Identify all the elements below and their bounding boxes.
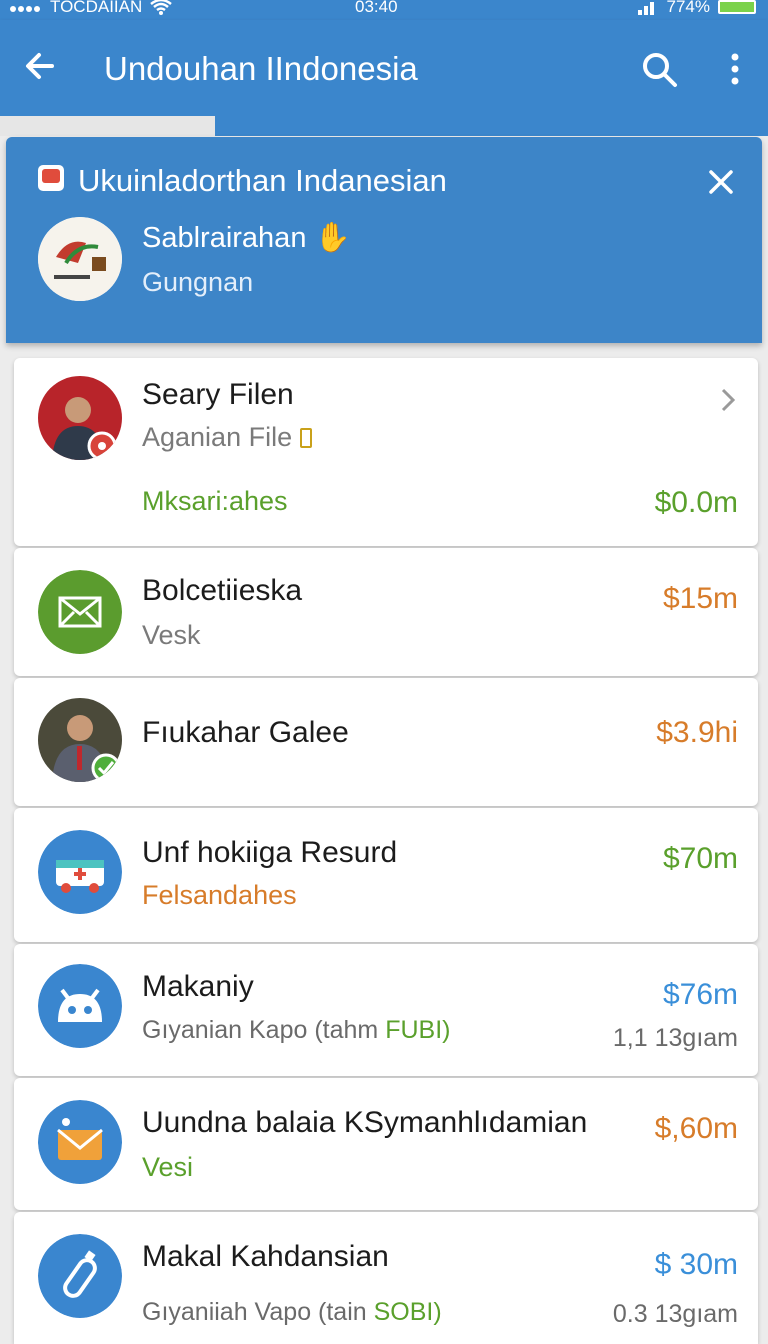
hand-icon: ✋ bbox=[314, 222, 351, 254]
more-vert-icon[interactable] bbox=[720, 50, 750, 88]
item-tag: Mksari:ahes bbox=[142, 486, 288, 516]
app-bar: Undouhan IIndonesia bbox=[0, 20, 768, 116]
cellular-icon bbox=[637, 2, 654, 15]
download-progress-bar bbox=[0, 116, 768, 136]
item-amount: $3.9hi bbox=[656, 716, 738, 749]
notification-banner[interactable]: Ukuinladorthan Indanesian Sablrairahan ✋… bbox=[6, 137, 762, 343]
mail-icon bbox=[38, 570, 122, 654]
list-item[interactable]: Uundna balaia KSymanhlıdamian Vesi $,60m bbox=[14, 1078, 758, 1210]
wifi-icon bbox=[150, 0, 173, 15]
item-subtitle: Aganian File bbox=[142, 422, 312, 453]
banner-title: Ukuinladorthan Indanesian bbox=[78, 163, 447, 198]
item-title: Makaniy bbox=[142, 970, 254, 1003]
list-item[interactable]: Unf hokiiga Resurd Felsandahes $70m bbox=[14, 808, 758, 942]
item-amount: $70m bbox=[662, 842, 738, 875]
item-avatar bbox=[38, 698, 122, 782]
list-item[interactable]: Fıukahar Galee $3.9hi bbox=[14, 678, 758, 806]
signal-dots-icon bbox=[10, 0, 42, 17]
item-amount: $,60m bbox=[654, 1112, 738, 1145]
search-icon[interactable] bbox=[640, 50, 678, 88]
item-avatar bbox=[38, 376, 122, 460]
banner-subtitle: Gungnan bbox=[142, 267, 254, 297]
app-badge-icon bbox=[38, 165, 64, 191]
battery-icon bbox=[718, 0, 756, 14]
item-title: Uundna balaia KSymanhlıdamian bbox=[142, 1106, 588, 1139]
list-item[interactable]: Makal Kahdansian Gıyaniiah Vapo (tain SO… bbox=[14, 1212, 758, 1344]
item-title: Fıukahar Galee bbox=[142, 716, 349, 749]
item-subtitle: Gıyanian Kapo (tahm FUBI) bbox=[142, 1016, 451, 1044]
item-subtitle: Felsandahes bbox=[142, 880, 297, 910]
battery-percent: 774% bbox=[666, 0, 710, 16]
bottle-icon bbox=[38, 1234, 122, 1318]
item-title: Makal Kahdansian bbox=[142, 1240, 389, 1273]
carrier-label: TOCDAIIAN bbox=[50, 0, 143, 16]
item-amount: $15m bbox=[662, 582, 738, 615]
status-bar: TOCDAIIAN 03:40 774% bbox=[0, 0, 768, 20]
envelope-icon bbox=[38, 1100, 122, 1184]
page-title: Undouhan IIndonesia bbox=[104, 50, 418, 87]
robot-icon bbox=[38, 964, 122, 1048]
item-subtitle: Vesi bbox=[142, 1152, 194, 1182]
list-item[interactable]: Seary Filen Aganian File Mksari:ahes $0.… bbox=[14, 358, 758, 546]
ambulance-icon bbox=[38, 830, 122, 914]
chevron-right-icon bbox=[721, 388, 736, 412]
status-time: 03:40 bbox=[355, 0, 398, 16]
banner-name: Sablrairahan ✋ bbox=[142, 222, 351, 254]
item-meta: 0.3 13gıam bbox=[612, 1300, 738, 1328]
item-amount: $0.0m bbox=[654, 486, 738, 519]
file-icon bbox=[299, 428, 312, 448]
item-subtitle: Vesk bbox=[142, 620, 201, 650]
banner-avatar bbox=[38, 217, 122, 301]
item-amount: $76m bbox=[662, 978, 738, 1011]
item-title: Unf hokiiga Resurd bbox=[142, 836, 398, 869]
close-icon[interactable] bbox=[706, 167, 736, 197]
item-title: Seary Filen bbox=[142, 378, 294, 411]
progress-fill bbox=[0, 116, 216, 136]
list-item[interactable]: Bolcetiieska Vesk $15m bbox=[14, 548, 758, 676]
item-meta: 1,1 13gıam bbox=[612, 1024, 738, 1052]
item-title: Bolcetiieska bbox=[142, 574, 303, 607]
list-item[interactable]: Makaniy Gıyanian Kapo (tahm FUBI) $76m 1… bbox=[14, 944, 758, 1076]
back-arrow-icon[interactable] bbox=[22, 48, 58, 84]
item-subtitle: Gıyaniiah Vapo (tain SOBI) bbox=[142, 1298, 442, 1326]
item-amount: $ 30m bbox=[654, 1248, 738, 1281]
